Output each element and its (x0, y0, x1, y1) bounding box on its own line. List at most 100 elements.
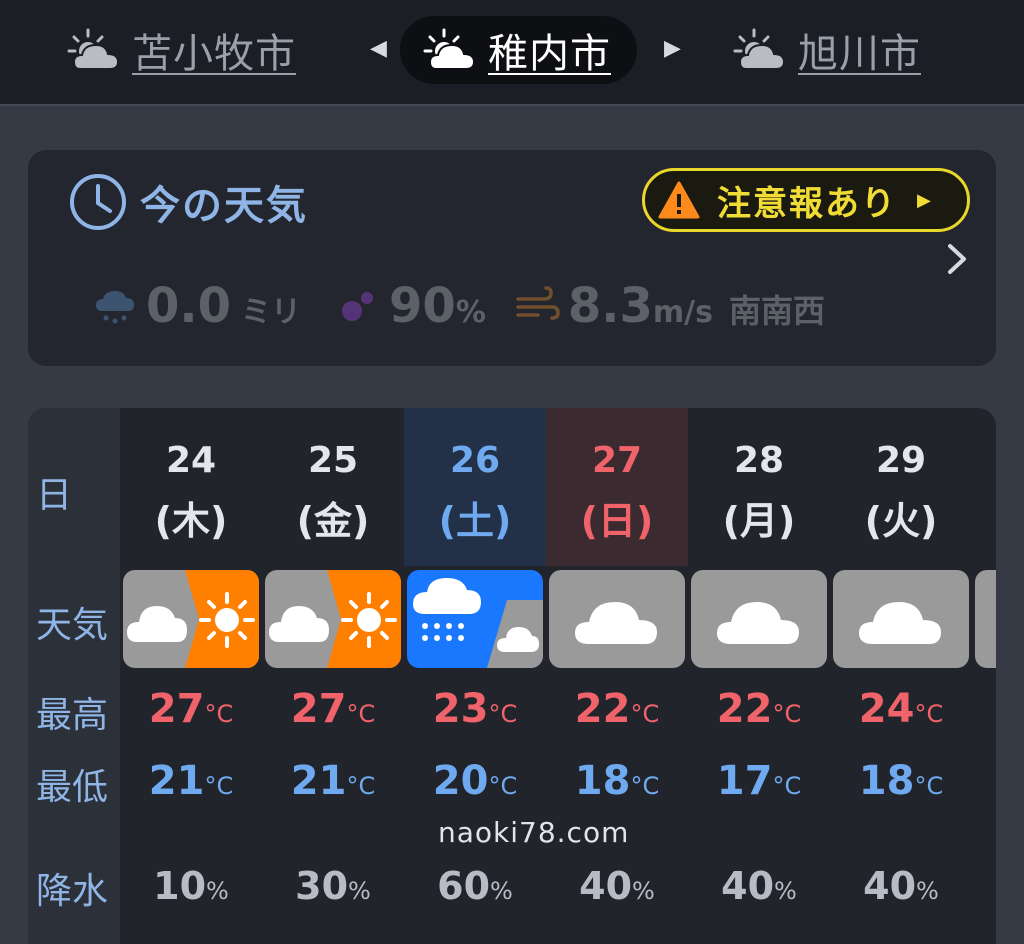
temp-unit: °C (772, 700, 802, 728)
temp-unit: °C (488, 700, 518, 728)
next-city-name: 旭川市 (798, 31, 921, 77)
current-city-name: 稚内市 (488, 31, 611, 77)
row-label-low: 最低 (36, 767, 109, 808)
low-temp: 17°C (688, 758, 830, 804)
low-temp: 18°C (546, 758, 688, 804)
cloudy-then-sunny-icon[interactable] (265, 570, 401, 668)
wind-speed-value: 8.3 (567, 278, 653, 334)
day-date: 25 (307, 440, 359, 481)
precip-chance-value: 10 (153, 864, 207, 908)
low-temp-value: 20 (432, 758, 489, 804)
precip-chance-value: 40 (721, 864, 775, 908)
day-date: 29 (875, 440, 927, 481)
cloudy-icon[interactable] (549, 570, 685, 668)
temp-unit: °C (772, 772, 802, 800)
high-temp: 22°C (688, 686, 830, 732)
low-temp-value: 21 (290, 758, 347, 804)
prev-city-link[interactable]: 苫小牧市 (66, 16, 296, 84)
day-date: 26 (449, 440, 501, 481)
low-temp: 21°C (120, 758, 262, 804)
precip-chance-value: 40 (579, 864, 633, 908)
low-temp-value: 21 (148, 758, 205, 804)
humidity-drops-icon (342, 292, 374, 321)
high-temp: 23°C (404, 686, 546, 732)
prev-city-name: 苫小牧市 (132, 31, 296, 77)
precip-chance: 40% (546, 864, 688, 908)
temp-unit: °C (346, 772, 376, 800)
precipitation-unit: ミリ (241, 295, 302, 330)
wind-direction: 南南西 (729, 292, 826, 330)
precip-chance: 30% (262, 864, 404, 908)
next-city-arrow[interactable]: ▶ (664, 36, 681, 61)
day-date: 28 (733, 440, 785, 481)
rain-then-cloudy-icon[interactable] (407, 570, 543, 668)
precip-chance: 40% (830, 864, 972, 908)
wind-speed-unit: m/s (652, 295, 713, 330)
precip-chance: 40% (688, 864, 830, 908)
low-temp-value: 17 (716, 758, 773, 804)
day-header[interactable]: 25 (金) (262, 408, 404, 566)
sun-cloud-icon (733, 28, 786, 70)
temp-unit: °C (630, 700, 660, 728)
precip-chance: 10% (120, 864, 262, 908)
low-temp: 18°C (830, 758, 972, 804)
sun-cloud-icon (423, 28, 476, 70)
watermark: naoki78.com (438, 816, 630, 849)
precipitation-value: 0.0 (146, 278, 232, 334)
humidity-stat: 90 % (335, 278, 486, 334)
precip-unit: % (206, 877, 229, 905)
current-city[interactable]: 稚内市 (400, 16, 637, 84)
day-header[interactable]: 29 (火) (830, 408, 972, 566)
temp-unit: °C (630, 772, 660, 800)
row-label-weather: 天気 (36, 605, 109, 646)
current-weather-stats: 0.0 ミリ 90 % 8.3 m/s 南南西 (92, 274, 825, 338)
temp-unit: °C (914, 772, 944, 800)
chevron-right-icon[interactable] (940, 234, 976, 284)
high-temp: 22°C (546, 686, 688, 732)
humidity-value: 90 (389, 278, 456, 334)
warning-alert-label: 注意報あり (717, 183, 897, 224)
humidity-unit: % (455, 295, 486, 330)
day-date: 27 (591, 440, 643, 481)
cloudy-then-sunny-icon[interactable] (123, 570, 259, 668)
rain-cloud-icon (96, 291, 134, 324)
high-temp-value: 22 (716, 686, 773, 732)
day-header[interactable]: 24 (木) (120, 408, 262, 566)
current-weather-card[interactable]: 今の天気 注意報あり ▶ 0.0 ミリ 90 % 8.3 m/s 南南西 (28, 150, 996, 366)
row-label-rain: 降水 (36, 871, 109, 912)
precip-unit: % (774, 877, 797, 905)
day-weekday: (金) (296, 499, 370, 543)
low-temp: 20°C (404, 758, 546, 804)
cloudy-icon[interactable] (691, 570, 827, 668)
next-day-icon-partial (975, 570, 996, 668)
current-weather-title: 今の天気 (140, 183, 308, 229)
prev-city-arrow[interactable]: ◀ (370, 36, 387, 61)
wind-stat: 8.3 m/s 南南西 (514, 278, 825, 334)
weekly-forecast-table[interactable]: 日 天気 最高 最低 降水 24 (木) 25 (金) 26 (土) 27 (日… (28, 408, 996, 944)
day-header-saturday[interactable]: 26 (土) (404, 408, 546, 566)
low-temp-value: 18 (574, 758, 631, 804)
precip-chance-value: 60 (437, 864, 491, 908)
day-weekday: (火) (864, 499, 938, 543)
day-weekday: (木) (154, 499, 228, 543)
precip-unit: % (490, 877, 513, 905)
caret-right-icon: ▶ (917, 189, 931, 211)
high-temp-value: 27 (290, 686, 347, 732)
high-temp-value: 22 (574, 686, 631, 732)
precip-unit: % (916, 877, 939, 905)
warning-alert-button[interactable]: 注意報あり ▶ (642, 168, 970, 232)
precip-chance-value: 40 (863, 864, 917, 908)
day-header-sunday[interactable]: 27 (日) (546, 408, 688, 566)
high-temp: 27°C (120, 686, 262, 732)
row-label-day: 日 (36, 475, 73, 516)
high-temp-value: 23 (432, 686, 489, 732)
temp-unit: °C (204, 700, 234, 728)
day-header[interactable]: 28 (月) (688, 408, 830, 566)
precip-unit: % (348, 877, 371, 905)
high-temp: 27°C (262, 686, 404, 732)
sun-cloud-icon (67, 28, 120, 70)
cloudy-icon[interactable] (833, 570, 969, 668)
day-weekday: (土) (438, 499, 512, 543)
temp-unit: °C (204, 772, 234, 800)
next-city-link[interactable]: 旭川市 (732, 16, 921, 84)
